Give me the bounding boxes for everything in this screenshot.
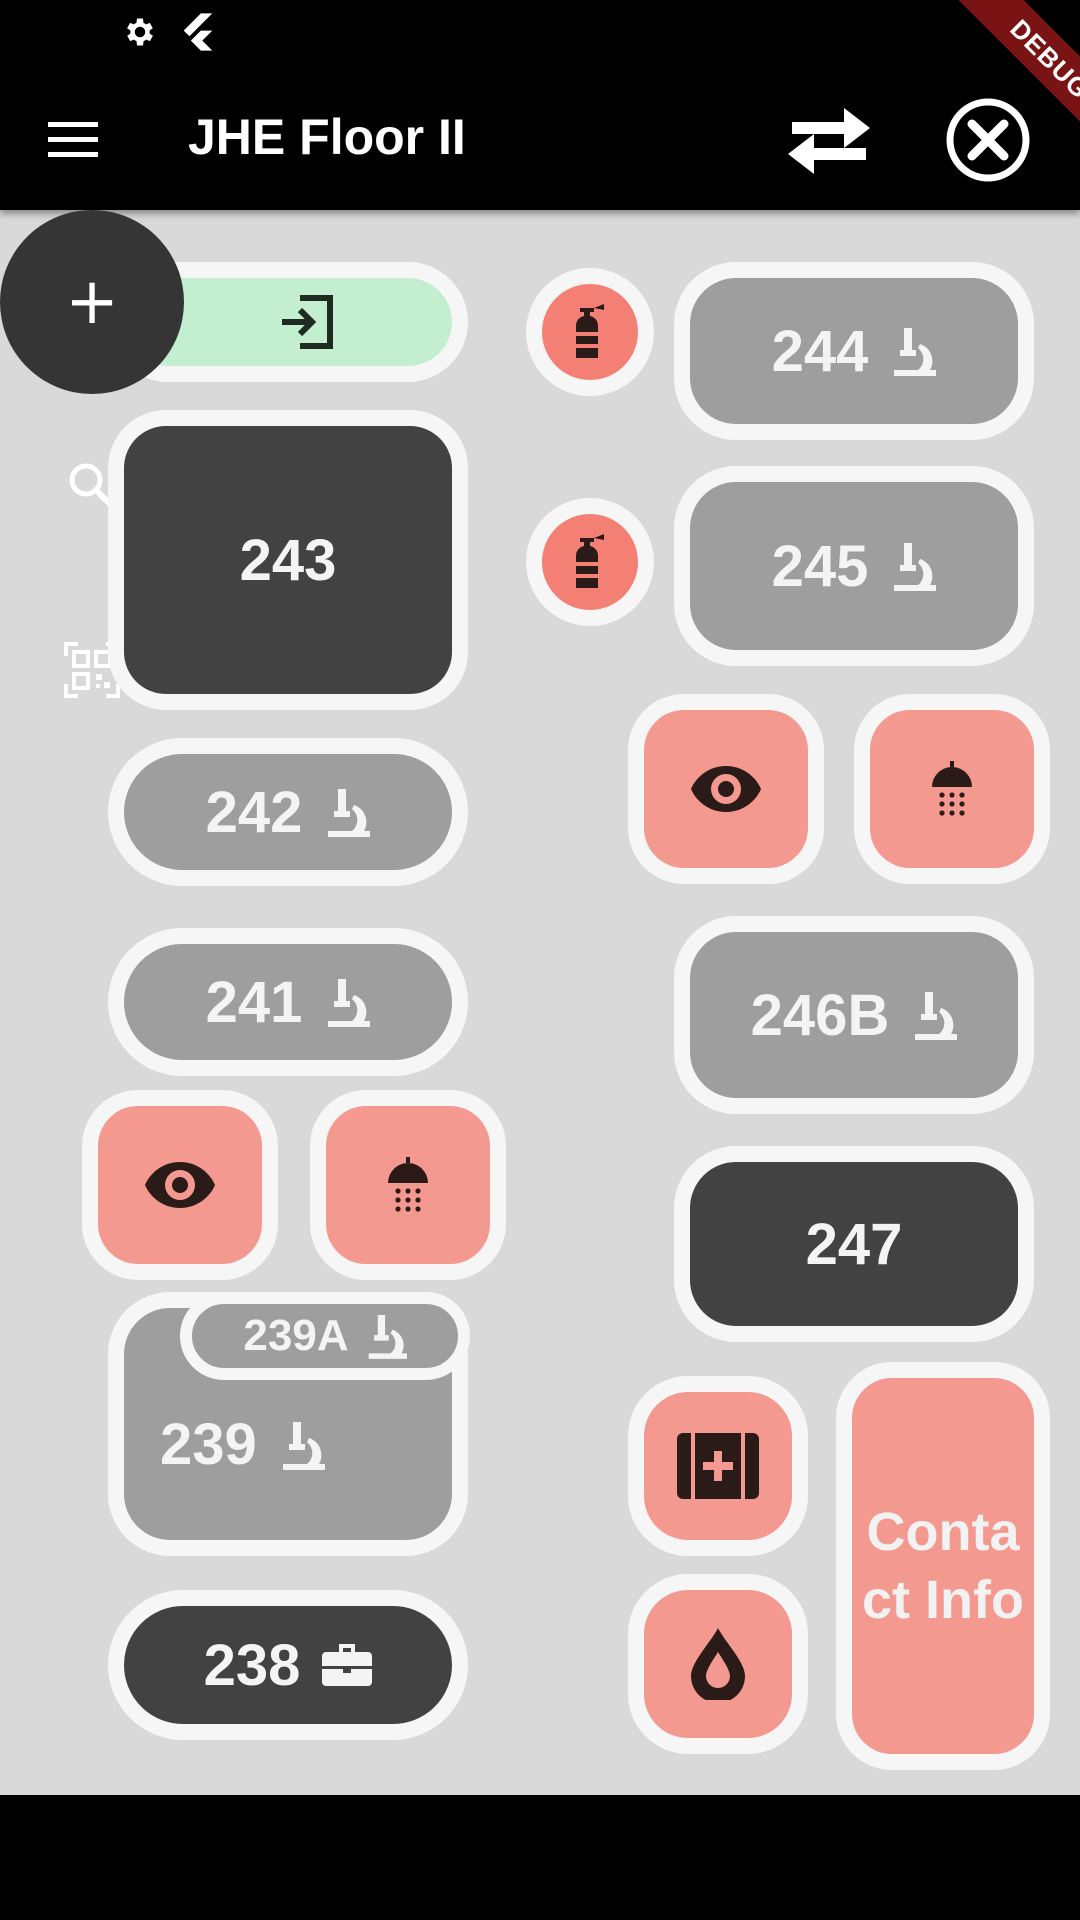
room-number: 247 [805,1211,903,1277]
briefcase-icon [322,1644,373,1686]
room-242[interactable]: 242 [108,738,468,886]
room-number: 238 [203,1632,301,1698]
page-title: JHE Floor II [188,109,466,165]
eyewash-tile[interactable] [82,1090,278,1280]
room-241[interactable]: 241 [108,928,468,1076]
entrance-icon [282,295,333,349]
shower-icon [388,1157,428,1212]
eyewash-tile[interactable] [628,694,824,884]
microscope-icon [894,328,937,376]
app-bar: JHE Floor II [0,70,1080,210]
room-247[interactable]: 247 [674,1146,1034,1342]
contact-info-label: Contact Info [862,1502,1024,1630]
microscope-icon [915,992,958,1040]
fire-extinguisher-tile[interactable] [526,268,654,396]
close-circle-icon[interactable] [944,96,1032,184]
water-drop-icon [691,1628,745,1700]
shower-tile[interactable] [854,694,1050,884]
room-number: 239A [243,1311,349,1360]
room-244[interactable]: 244 [674,262,1034,440]
room-number: 241 [205,969,303,1035]
fire-extinguisher-icon [575,304,604,358]
first-aid-tile[interactable] [628,1376,808,1556]
eye-icon [691,766,761,812]
microscope-icon [282,1421,325,1470]
floor-plan: 243 244 245 242 241 246B 247 239 239A Co… [0,210,1080,1795]
room-number: 246B [750,982,890,1048]
shower-tile[interactable] [310,1090,506,1280]
room-246b[interactable]: 246B [674,916,1034,1114]
contact-info-tile[interactable]: Contact Info [836,1362,1050,1770]
status-bar [0,0,1080,70]
swap-icon[interactable] [784,106,874,176]
microscope-icon [368,1315,407,1359]
room-number: 242 [205,779,303,845]
room-number: 239 [160,1412,257,1477]
microscope-icon [894,543,937,591]
add-icon: + [65,265,119,339]
fire-extinguisher-icon [575,534,604,588]
fire-extinguisher-tile[interactable] [526,498,654,626]
room-238[interactable]: 238 [108,1590,468,1740]
menu-icon[interactable] [48,120,100,160]
room-number: 245 [771,533,869,599]
shower-icon [932,761,972,816]
room-245[interactable]: 245 [674,466,1034,666]
room-239a[interactable]: 239A [180,1292,470,1380]
room-number: 244 [771,318,869,384]
add-button[interactable]: + [0,210,184,394]
room-243[interactable]: 243 [108,410,468,710]
gear-icon [127,18,153,46]
microscope-icon [328,789,371,837]
water-tile[interactable] [628,1574,808,1754]
first-aid-icon [677,1433,759,1499]
bottom-bar [0,1795,1080,1920]
eye-icon [145,1162,215,1208]
microscope-icon [328,979,371,1027]
room-number: 243 [239,527,337,593]
flutter-logo-icon [183,13,213,51]
